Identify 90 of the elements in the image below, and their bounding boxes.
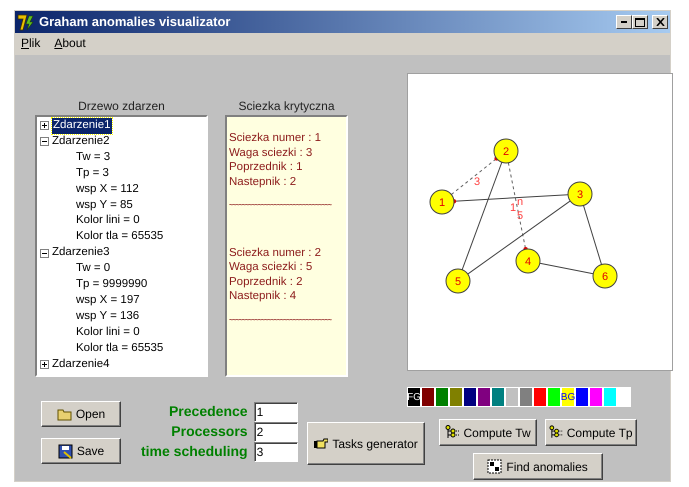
node-label: 5 bbox=[454, 276, 462, 288]
path-line: Poprzednik : 2 bbox=[229, 274, 304, 289]
action-button[interactable]: Compute Tw bbox=[438, 419, 537, 446]
color-swatch[interactable] bbox=[505, 387, 519, 407]
tree-item[interactable]: Tw = 0 bbox=[76, 262, 110, 274]
panel-title: Sciezka krytyczna bbox=[237, 98, 336, 115]
input-field[interactable]: 1 bbox=[254, 402, 298, 422]
path-line: Nastepnik : 2 bbox=[229, 174, 298, 189]
action-button[interactable]: Tasks generator bbox=[306, 422, 425, 465]
app-icon bbox=[17, 14, 35, 30]
swatch-label: FG bbox=[407, 390, 421, 404]
save-button[interactable]: Save bbox=[41, 438, 121, 464]
edge-weight: n bbox=[516, 196, 524, 208]
input-field[interactable]: 2 bbox=[254, 422, 298, 442]
panel-title: Drzewo zdarzen bbox=[77, 98, 166, 115]
graph-node[interactable] bbox=[446, 268, 470, 294]
color-swatch[interactable] bbox=[533, 387, 547, 407]
tree-item[interactable]: Zdarzenie1 bbox=[52, 118, 112, 134]
tree-item[interactable]: Kolor tla = 65535 bbox=[76, 342, 164, 354]
edge-weight: 5 bbox=[516, 210, 524, 222]
node-label: 6 bbox=[602, 271, 608, 283]
tree-item[interactable]: Kolor lini = 0 bbox=[76, 326, 140, 338]
color-swatch[interactable] bbox=[477, 387, 491, 407]
color-swatch[interactable]: FG bbox=[407, 387, 421, 407]
tree-item[interactable]: wsp X = 112 bbox=[76, 182, 139, 195]
color-swatch[interactable] bbox=[547, 387, 561, 407]
field-label: Processors bbox=[170, 422, 248, 441]
tree-item[interactable]: wsp X = 197 bbox=[76, 294, 140, 306]
edge-weight: 3 bbox=[474, 176, 480, 188]
window-title: Graham anomalies visualizator bbox=[39, 13, 230, 32]
graph-node[interactable] bbox=[568, 182, 592, 206]
color-swatch[interactable] bbox=[617, 387, 631, 407]
menu-item[interactable]: Plik bbox=[21, 34, 40, 52]
pointing-hand-icon bbox=[313, 436, 328, 451]
tree-item[interactable]: Zdarzenie4 bbox=[52, 356, 110, 372]
color-swatch[interactable] bbox=[421, 387, 435, 407]
tree-item[interactable]: Tp = 3 bbox=[76, 166, 109, 179]
open-button[interactable]: Open bbox=[41, 401, 121, 427]
expand-icon[interactable] bbox=[40, 360, 49, 370]
minimize-icon bbox=[621, 21, 627, 23]
maximize-icon bbox=[635, 18, 645, 26]
color-swatch[interactable] bbox=[491, 387, 505, 407]
node-label: 2 bbox=[502, 146, 510, 158]
maximize-button[interactable] bbox=[632, 15, 648, 29]
tree-icon bbox=[548, 425, 563, 440]
tree-item[interactable]: Tw = 3 bbox=[76, 150, 110, 163]
action-button[interactable]: Find anomalies bbox=[472, 453, 603, 480]
graph-node[interactable] bbox=[516, 248, 540, 274]
tree-item[interactable]: wsp Y = 136 bbox=[76, 310, 140, 322]
collapse-icon[interactable] bbox=[40, 248, 49, 258]
path-line: Sciezka numer : 2 bbox=[229, 246, 322, 260]
tree-item[interactable]: Zdarzenie2 bbox=[52, 134, 110, 150]
minimize-button[interactable] bbox=[616, 15, 632, 29]
path-line: Nastepnik : 4 bbox=[229, 289, 298, 304]
graph-node[interactable] bbox=[430, 190, 454, 214]
tree-view[interactable]: Zdarzenie1 Zdarzenie2 Tw = 3 Tp = 3 wsp X = 112 wsp Y = 85 Kolor lini = 0 Kolor tla = 65535 Zdarzenie3 Tw = 0 Tp = 9999990 wsp X = 197 wsp Y = 136 Kolor lini = 0 Kolor tla = 65535 Zdarzenie4 bbox=[35, 115, 208, 377]
field-label: Precedence bbox=[168, 402, 248, 421]
puzzle-icon bbox=[487, 459, 502, 474]
color-swatch[interactable] bbox=[435, 387, 449, 407]
edge-weight: 1 bbox=[510, 202, 516, 214]
color-swatch[interactable] bbox=[575, 387, 589, 407]
collapse-icon[interactable] bbox=[40, 137, 49, 146]
node-label: 1 bbox=[438, 197, 446, 209]
node-label: 3 bbox=[576, 189, 584, 201]
color-swatch[interactable] bbox=[519, 387, 533, 407]
tree-item[interactable]: Kolor lini = 0 bbox=[76, 214, 140, 226]
path-line: Sciezka numer : 1 bbox=[229, 131, 322, 146]
graph-node[interactable] bbox=[494, 138, 518, 164]
tree-icon bbox=[444, 425, 460, 440]
tree-item[interactable]: Kolor tla = 65535 bbox=[76, 230, 164, 242]
input-field[interactable]: 3 bbox=[254, 442, 298, 462]
close-icon bbox=[656, 18, 664, 26]
graph-node[interactable] bbox=[592, 264, 618, 288]
field-label: time scheduling bbox=[141, 442, 248, 461]
folder-icon bbox=[56, 406, 72, 422]
tree-item[interactable]: wsp Y = 85 bbox=[76, 198, 133, 211]
expand-icon[interactable] bbox=[40, 121, 49, 130]
path-line: Poprzednik : 1 bbox=[229, 160, 304, 174]
close-button[interactable] bbox=[652, 15, 668, 29]
tree-item[interactable]: Zdarzenie3 bbox=[52, 245, 110, 262]
node-label: 4 bbox=[524, 256, 532, 268]
menu-item[interactable]: About bbox=[54, 34, 86, 52]
tree-item[interactable]: Tp = 9999990 bbox=[76, 278, 148, 290]
path-line: Waga sciezki : 5 bbox=[229, 260, 314, 274]
path-line: Waga sciezki : 3 bbox=[229, 146, 314, 160]
color-swatch[interactable] bbox=[589, 387, 603, 407]
action-button[interactable]: Compute Tp bbox=[544, 419, 637, 446]
color-swatch[interactable] bbox=[603, 387, 617, 407]
color-swatch[interactable] bbox=[449, 387, 463, 407]
color-swatch[interactable] bbox=[463, 387, 477, 407]
